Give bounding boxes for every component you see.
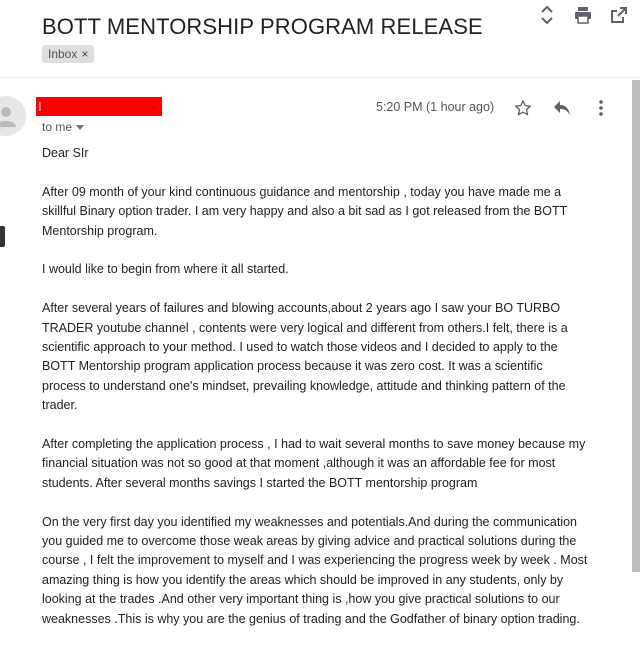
- message-actions: [512, 97, 612, 119]
- body-paragraph: After 09 month of your kind continuous g…: [42, 184, 568, 238]
- email-subject: BOTT MENTORSHIP PROGRAM RELEASE: [42, 14, 483, 39]
- label-text: Inbox: [48, 47, 78, 61]
- sender-name-redacted[interactable]: I: [36, 97, 162, 116]
- inbox-label-chip[interactable]: Inbox ×: [42, 45, 95, 63]
- header-divider: [0, 77, 640, 78]
- open-in-new-window-icon[interactable]: [608, 4, 630, 26]
- expand-collapse-icon[interactable]: [536, 4, 558, 26]
- sender-avatar: [0, 96, 26, 136]
- message-time: 5:20 PM (1 hour ago): [376, 100, 495, 114]
- side-panel-handle[interactable]: [0, 226, 5, 247]
- body-paragraph: After completing the application process…: [42, 437, 586, 490]
- body-paragraph-greeting: Dear SIr: [42, 146, 89, 160]
- recipient-details[interactable]: to me: [42, 120, 85, 134]
- scrollbar-thumb[interactable]: [632, 80, 640, 572]
- chevron-down-icon[interactable]: [76, 124, 85, 130]
- remove-label-icon[interactable]: ×: [81, 45, 88, 63]
- body-paragraph: After several years of failures and blow…: [42, 301, 568, 413]
- top-toolbar: [536, 4, 630, 26]
- body-paragraph: I would like to begin from where it all …: [42, 262, 289, 277]
- star-icon[interactable]: [512, 97, 534, 119]
- person-icon: [0, 107, 16, 127]
- reply-icon[interactable]: [551, 97, 573, 119]
- print-icon[interactable]: [572, 4, 594, 26]
- body-paragraph: On the very first day you identified my …: [42, 514, 588, 626]
- recipient-text: to me: [42, 120, 73, 134]
- message-body: Dear SIr After 09 month of your kind con…: [42, 144, 622, 648]
- sender-name-tail: .: [152, 97, 156, 112]
- more-options-icon[interactable]: [590, 97, 612, 119]
